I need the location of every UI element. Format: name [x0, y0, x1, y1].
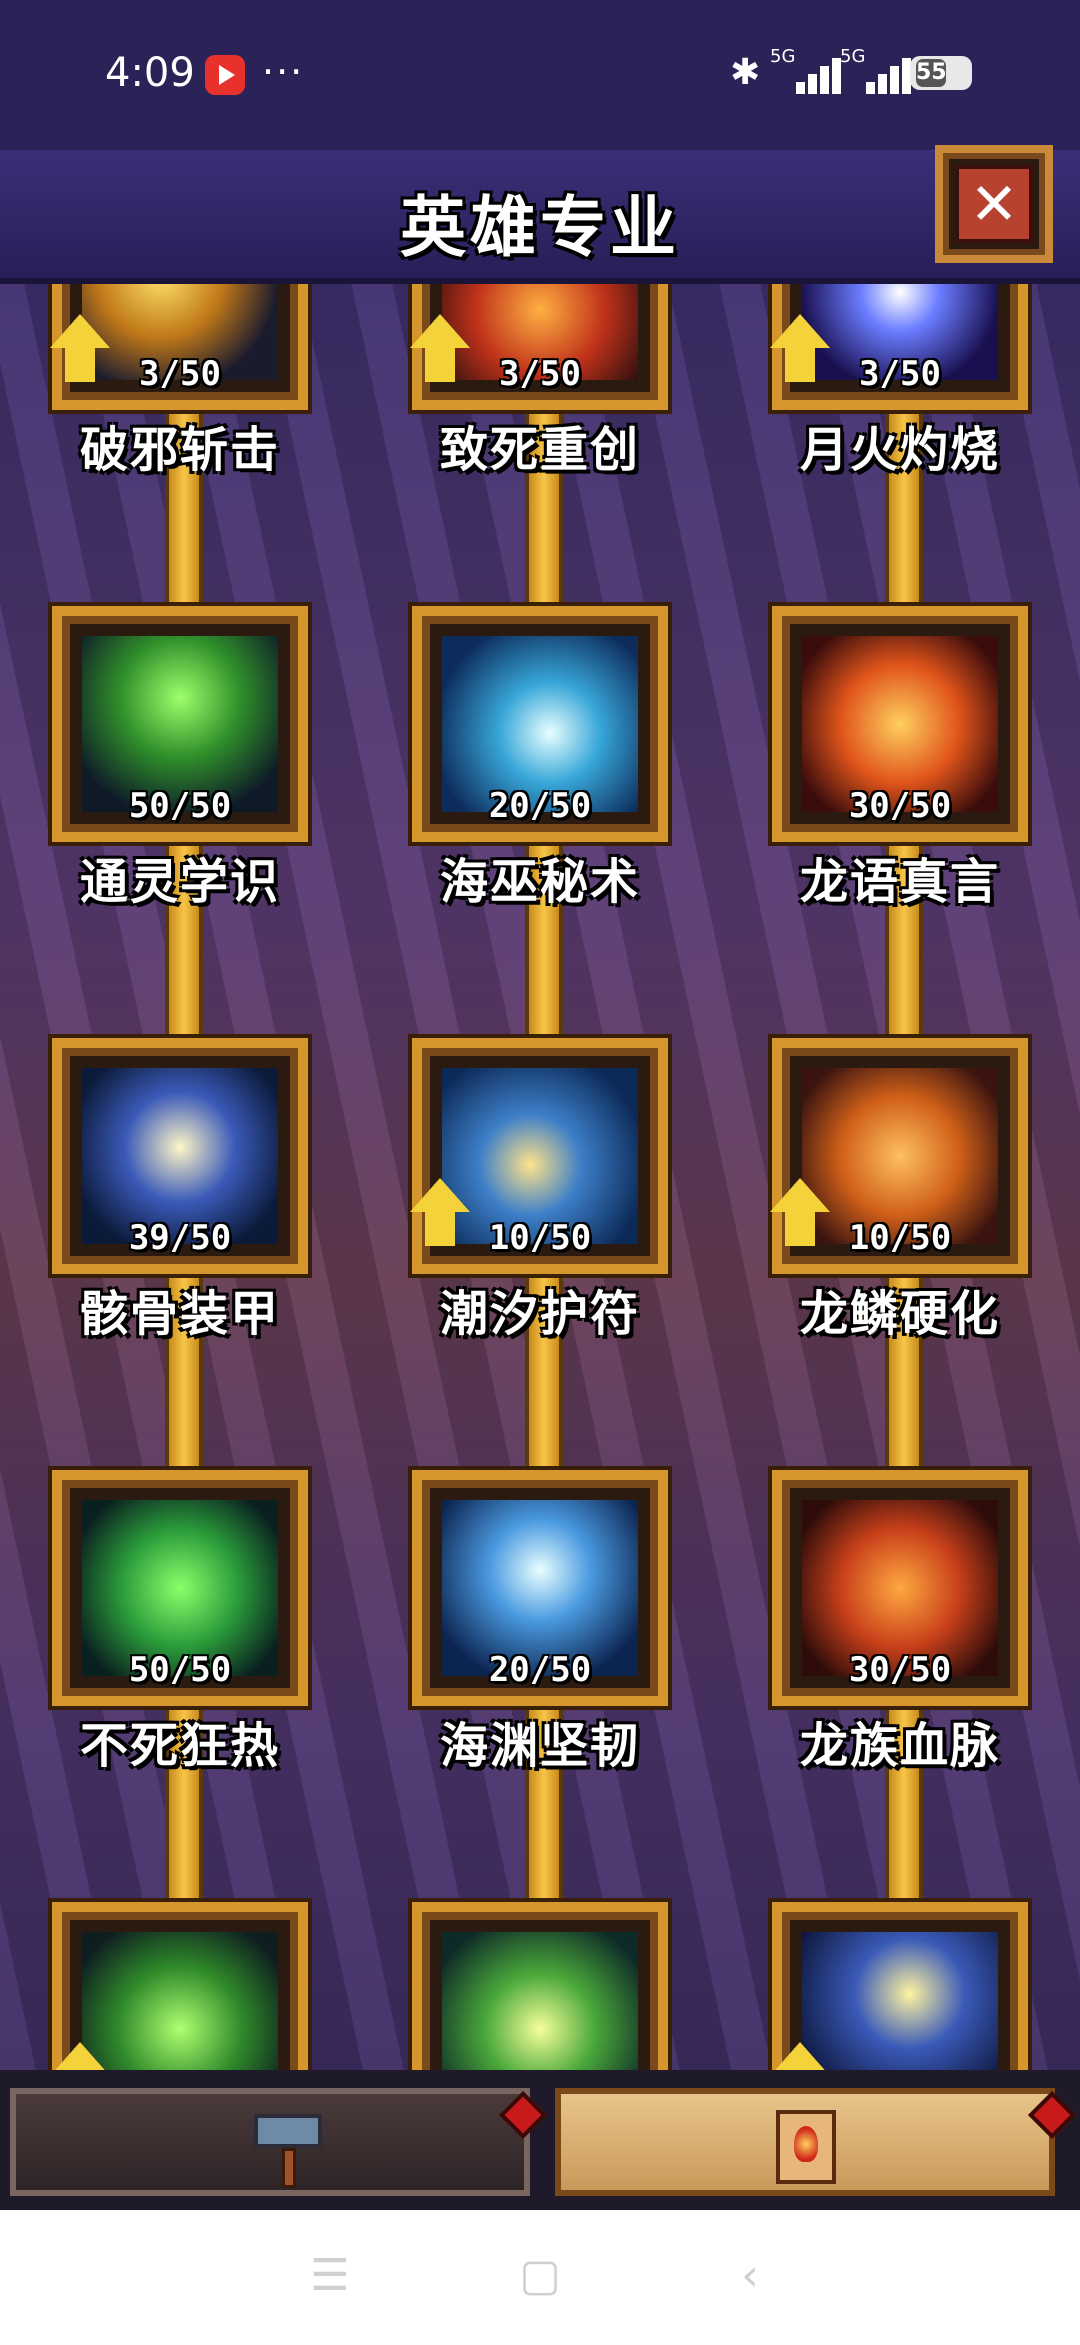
skill-level: 10/50	[848, 1218, 952, 1258]
skill-tree-board[interactable]: 3/50 破邪斩击 3/50 致死重创 3/50 月火灼烧 50/50 通灵学识 20/50 海巫…	[0, 284, 1080, 2094]
skill-node[interactable]	[50, 1902, 308, 2094]
skill-name: 海渊坚韧	[439, 1718, 640, 1774]
skill-name: 通灵学识	[79, 854, 280, 910]
close-button[interactable]: ✕	[935, 145, 1053, 263]
skill-level: 3/50	[499, 354, 581, 394]
skill-frame	[412, 1902, 668, 2094]
tab-specialization[interactable]	[555, 2088, 1077, 2196]
home-icon[interactable]: ▢	[510, 2250, 570, 2302]
system-nav-bar: ☰ ▢ ‹	[0, 2210, 1080, 2345]
skill-level: 20/50	[488, 1650, 592, 1690]
skill-level: 3/50	[859, 354, 941, 394]
video-app-icon	[205, 55, 245, 95]
battery-icon: 55	[910, 56, 972, 90]
more-dots-icon: ···	[262, 50, 305, 94]
skill-node[interactable]: 50/50 通灵学识	[52, 606, 308, 910]
skill-node[interactable]: 39/50 骸骨装甲	[52, 1038, 308, 1342]
skill-node[interactable]	[412, 1902, 668, 2094]
close-icon: ✕	[955, 165, 1033, 243]
skill-level: 20/50	[488, 786, 592, 826]
battery-level: 55	[916, 59, 947, 87]
skill-name: 不死狂热	[79, 1718, 280, 1774]
skill-node[interactable]: 3/50 月火灼烧	[770, 284, 1028, 478]
skill-node[interactable]: 30/50 龙族血脉	[772, 1470, 1028, 1774]
scroll-icon	[766, 2104, 846, 2190]
tab-gem-icon	[1027, 2090, 1077, 2140]
skill-level: 50/50	[128, 786, 232, 826]
skill-name: 龙语真言	[799, 854, 1000, 910]
skill-level: 3/50	[139, 354, 221, 394]
bottom-tab-bar	[0, 2070, 1080, 2210]
hammer-icon	[248, 2108, 328, 2188]
menu-icon[interactable]: ☰	[300, 2250, 360, 2302]
skill-name: 龙族血脉	[799, 1718, 1000, 1774]
skill-node[interactable]: 20/50 海渊坚韧	[412, 1470, 668, 1774]
skill-node[interactable]: 10/50 潮汐护符	[410, 1038, 668, 1342]
skill-node[interactable]: 3/50 破邪斩击	[50, 284, 308, 478]
skill-level: 30/50	[848, 786, 952, 826]
skill-level: 10/50	[488, 1218, 592, 1258]
skill-node[interactable]: 50/50 不死狂热	[52, 1470, 308, 1774]
skill-name: 月火灼烧	[799, 422, 1000, 478]
page-header: 英雄专业	[0, 150, 1080, 284]
back-icon[interactable]: ‹	[720, 2250, 780, 2302]
page-title: 英雄专业	[400, 189, 680, 266]
skill-level: 30/50	[848, 1650, 952, 1690]
tab-gem-icon	[498, 2090, 548, 2140]
signal-icon-2: 5G	[840, 46, 911, 94]
skill-node[interactable]: 10/50 龙鳞硬化	[770, 1038, 1028, 1342]
status-time: 4:09	[105, 50, 195, 96]
signal-icon: 5G	[770, 46, 841, 94]
skill-node[interactable]: 3/50 致死重创	[410, 284, 668, 478]
bluetooth-icon: ✱	[730, 52, 761, 93]
skill-node[interactable]	[770, 1902, 1028, 2094]
network-type: 5G	[770, 46, 796, 67]
status-bar: 4:09 ··· ✱ 5G 5G 55	[0, 0, 1080, 150]
skill-name: 龙鳞硬化	[799, 1286, 1000, 1342]
skill-node[interactable]: 20/50 海巫秘术	[412, 606, 668, 910]
network-type-2: 5G	[840, 46, 866, 67]
skill-level: 39/50	[128, 1218, 232, 1258]
close-glyph: ✕	[969, 170, 1019, 238]
skill-name: 潮汐护符	[439, 1286, 640, 1342]
skill-name: 海巫秘术	[439, 854, 640, 910]
skill-name: 致死重创	[439, 422, 640, 478]
skill-name: 破邪斩击	[79, 422, 280, 478]
skill-node[interactable]: 30/50 龙语真言	[772, 606, 1028, 910]
skill-name: 骸骨装甲	[79, 1286, 280, 1342]
skill-level: 50/50	[128, 1650, 232, 1690]
tab-equipment[interactable]	[10, 2088, 548, 2196]
